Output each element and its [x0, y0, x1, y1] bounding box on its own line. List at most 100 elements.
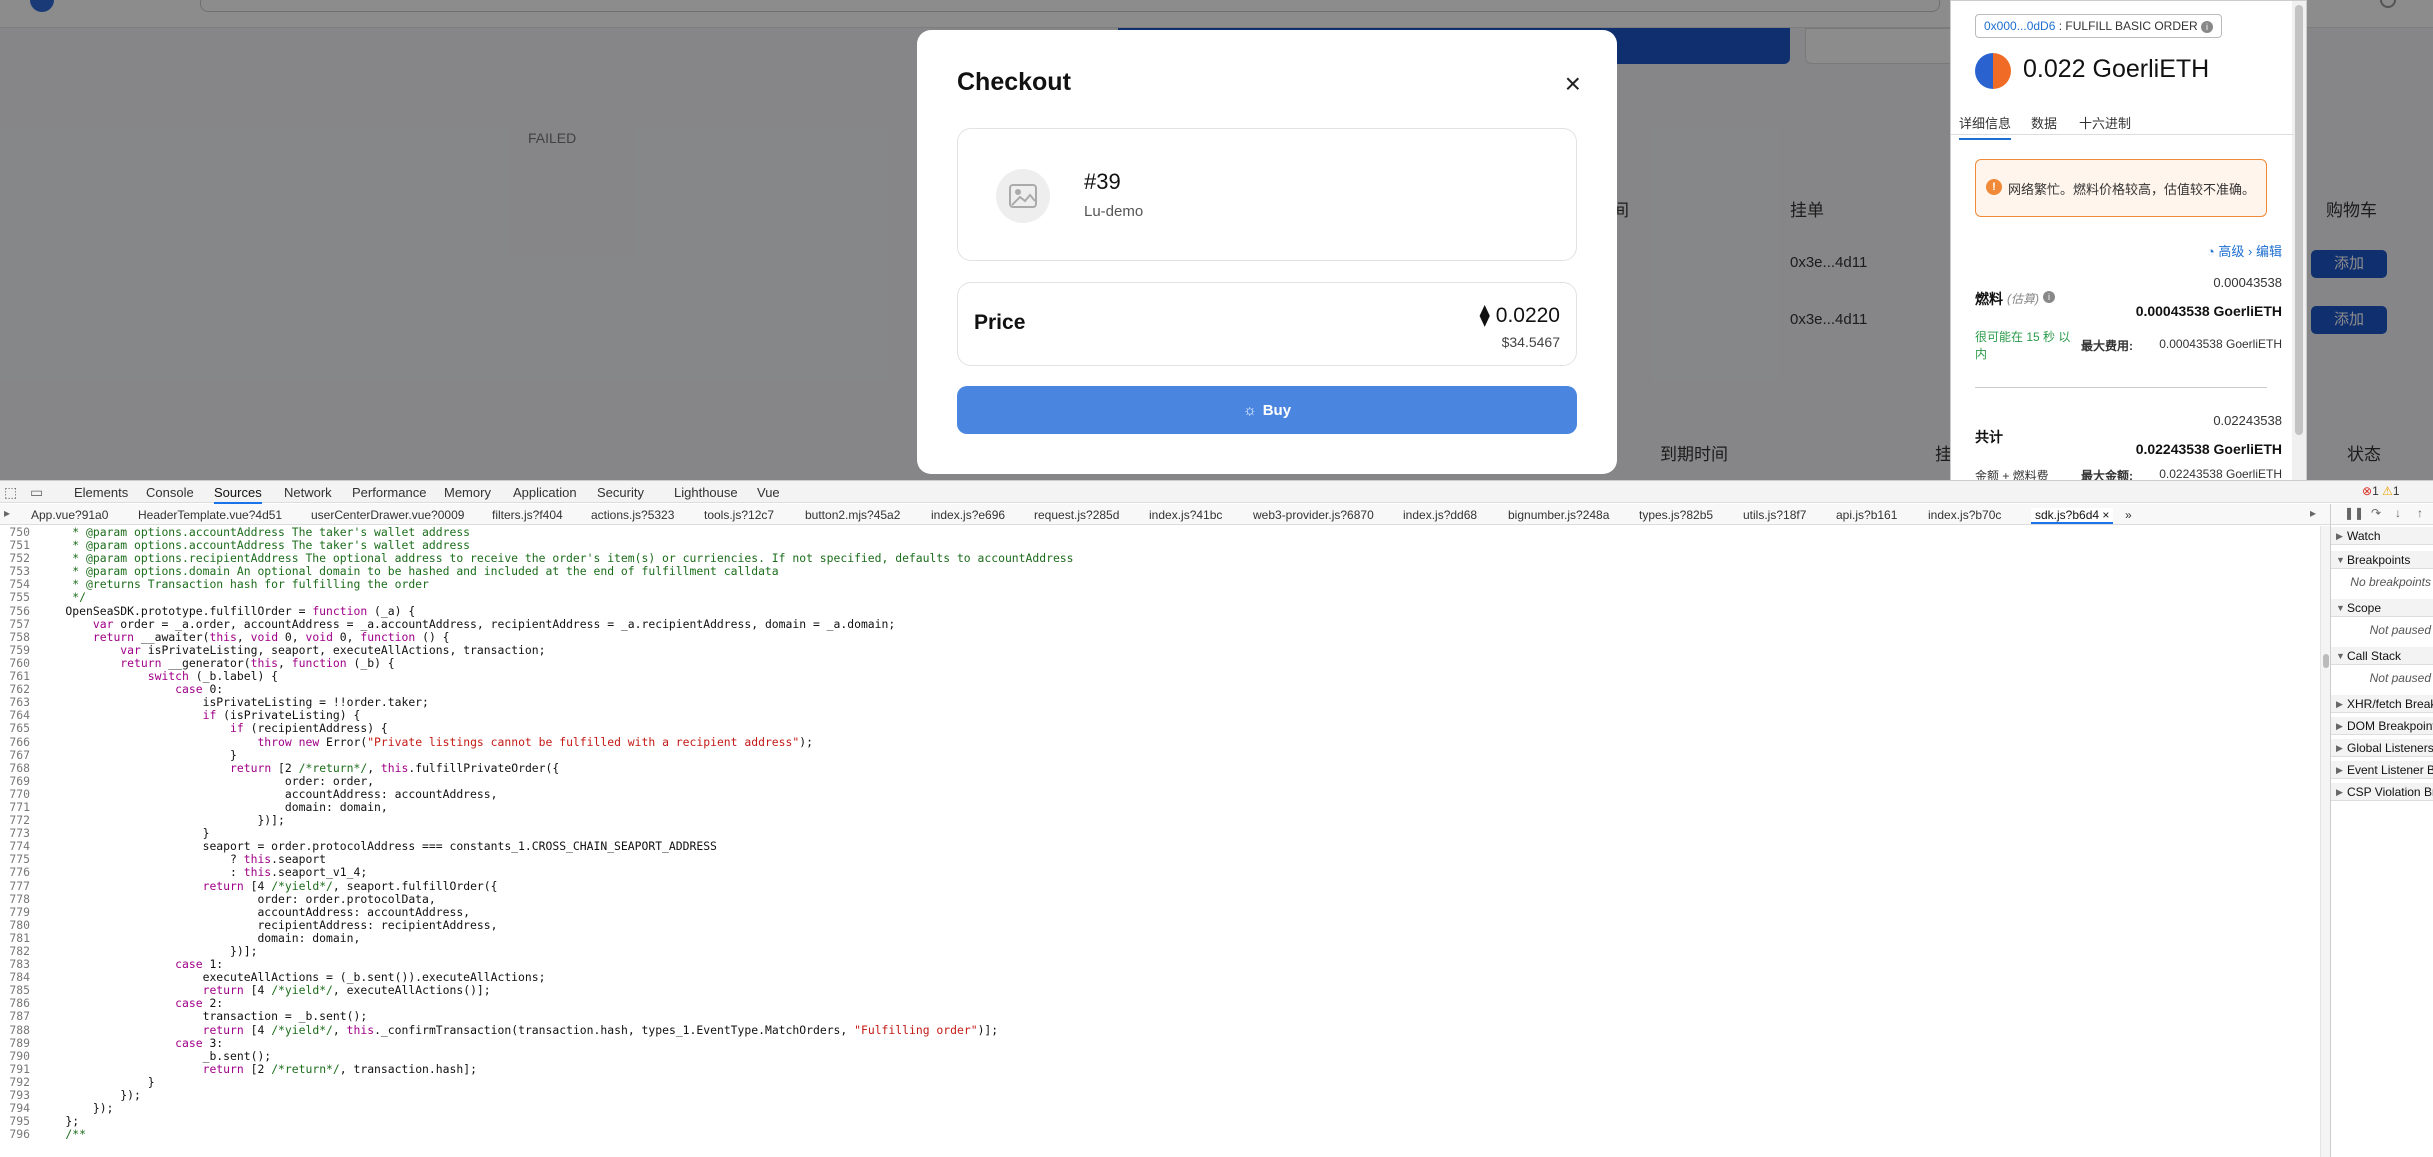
device-toggle-icon[interactable]: ▭ — [30, 484, 43, 501]
code-line[interactable]: 788 return [4 /*yield*/, this._confirmTr… — [0, 1023, 2320, 1037]
pane-scope[interactable]: Scope — [2331, 599, 2433, 617]
pane-global-listeners[interactable]: Global Listeners — [2331, 739, 2433, 757]
line-number[interactable]: 787 — [0, 1010, 34, 1023]
line-number[interactable]: 791 — [0, 1062, 34, 1076]
pause-icon[interactable]: ❚❚ — [2344, 506, 2364, 520]
contract-chip[interactable]: 0x000...0dD6 : FULFILL BASIC ORDER i — [1975, 14, 2222, 38]
code-line[interactable]: 756 OpenSeaSDK.prototype.fulfillOrder = … — [0, 604, 2320, 618]
file-tab[interactable]: App.vue?91a0 — [31, 508, 108, 522]
file-tab[interactable]: userCenterDrawer.vue?0009 — [311, 508, 464, 522]
code-line[interactable]: 769 order: order, — [0, 774, 2320, 788]
code-line[interactable]: 754 * @returns Transaction hash for fulf… — [0, 578, 2320, 591]
inspect-icon[interactable]: ⬚ — [4, 484, 17, 501]
contract-address[interactable]: 0x000...0dD6 — [1984, 19, 2055, 33]
file-tab[interactable]: tools.js?12c7 — [704, 508, 774, 522]
line-number[interactable]: 778 — [0, 892, 34, 906]
code-line[interactable]: 780 recipientAddress: recipientAddress, — [0, 918, 2320, 932]
code-line[interactable]: 795 }; — [0, 1115, 2320, 1128]
advanced-edit-link[interactable]: ◔ 高级 › 编辑 — [2207, 241, 2282, 260]
tab-memory[interactable]: Memory — [444, 485, 491, 500]
code-line[interactable]: 757 var order = _a.order, accountAddress… — [0, 617, 2320, 631]
tab-data[interactable]: 数据 — [2031, 113, 2057, 132]
pane-breakpoints[interactable]: Breakpoints — [2331, 551, 2433, 569]
file-tab[interactable]: utils.js?18f7 — [1743, 508, 1806, 522]
line-number[interactable]: 790 — [0, 1049, 34, 1063]
file-tab[interactable]: bignumber.js?248a — [1508, 508, 1609, 522]
pane-xhr-breakpoints[interactable]: XHR/fetch Breakpoints — [2331, 695, 2433, 713]
code-line[interactable]: 761 switch (_b.label) { — [0, 669, 2320, 683]
code-line[interactable]: 789 case 3: — [0, 1036, 2320, 1050]
line-number[interactable]: 757 — [0, 617, 34, 631]
file-tab[interactable]: index.js?e696 — [931, 508, 1005, 522]
step-over-icon[interactable]: ↷ — [2371, 506, 2381, 520]
source-code-editor[interactable]: 750 * @param options.accountAddress The … — [0, 526, 2320, 1157]
pane-event-listener-breakpoints[interactable]: Event Listener Breakpoints — [2331, 761, 2433, 779]
file-tab[interactable]: request.js?285d — [1034, 508, 1119, 522]
more-tabs-icon[interactable]: » — [2125, 508, 2132, 522]
pane-watch[interactable]: Watch — [2331, 527, 2433, 545]
tab-console[interactable]: Console — [146, 485, 194, 500]
code-line[interactable]: 766 throw new Error("Private listings ca… — [0, 735, 2320, 749]
line-number[interactable]: 768 — [0, 761, 34, 775]
line-number[interactable]: 767 — [0, 748, 34, 762]
line-number[interactable]: 788 — [0, 1023, 34, 1037]
tab-hex[interactable]: 十六进制 — [2079, 113, 2131, 132]
file-tab[interactable]: api.js?b161 — [1836, 508, 1897, 522]
line-number[interactable]: 789 — [0, 1036, 34, 1050]
close-icon[interactable]: × — [2102, 508, 2109, 522]
tab-performance[interactable]: Performance — [352, 485, 426, 500]
code-line[interactable]: 782 })]; — [0, 944, 2320, 958]
file-tab[interactable]: index.js?b70c — [1928, 508, 2001, 522]
info-icon[interactable]: i — [2043, 291, 2055, 303]
code-line[interactable]: 759 var isPrivateListing, seaport, execu… — [0, 643, 2320, 657]
editor-scrollbar[interactable] — [2320, 526, 2330, 1157]
line-number[interactable]: 766 — [0, 735, 34, 749]
step-out-icon[interactable]: ↑ — [2417, 506, 2423, 520]
metamask-scrollbar[interactable] — [2292, 1, 2306, 507]
tab-lighthouse[interactable]: Lighthouse — [674, 485, 738, 500]
debugger-toggle-icon[interactable]: ▸ — [2310, 506, 2316, 520]
code-line[interactable]: 791 return [2 /*return*/, transaction.ha… — [0, 1062, 2320, 1076]
line-number[interactable]: 779 — [0, 905, 34, 919]
file-tab[interactable]: index.js?41bc — [1149, 508, 1222, 522]
info-icon[interactable]: i — [2201, 20, 2213, 33]
line-number[interactable]: 765 — [0, 722, 34, 735]
code-line[interactable]: 776 : this.seaport_v1_4; — [0, 866, 2320, 879]
file-tab[interactable]: filters.js?f404 — [492, 508, 563, 522]
code-line[interactable]: 768 return [2 /*return*/, this.fulfillPr… — [0, 761, 2320, 775]
code-line[interactable]: 781 domain: domain, — [0, 931, 2320, 945]
line-number[interactable]: 796 — [0, 1128, 34, 1141]
code-line[interactable]: 765 if (recipientAddress) { — [0, 722, 2320, 735]
line-number[interactable]: 769 — [0, 774, 34, 788]
code-line[interactable]: 778 order: order.protocolData, — [0, 892, 2320, 906]
code-line[interactable]: 772 })]; — [0, 813, 2320, 827]
code-line[interactable]: 774 seaport = order.protocolAddress === … — [0, 840, 2320, 853]
step-into-icon[interactable]: ↓ — [2395, 506, 2401, 520]
close-icon[interactable]: × — [1565, 70, 1581, 98]
navigator-toggle-icon[interactable]: ▸ — [4, 506, 10, 520]
code-line[interactable]: 792 } — [0, 1075, 2320, 1089]
tab-application[interactable]: Application — [513, 485, 577, 500]
line-number[interactable]: 770 — [0, 787, 34, 801]
code-line[interactable]: 794 }); — [0, 1102, 2320, 1115]
tab-sources[interactable]: Sources — [214, 485, 262, 504]
code-line[interactable]: 790 _b.sent(); — [0, 1049, 2320, 1063]
file-tab[interactable]: button2.mjs?45a2 — [805, 508, 900, 522]
line-number[interactable]: 780 — [0, 918, 34, 932]
line-number[interactable]: 758 — [0, 630, 34, 644]
line-number[interactable]: 755 — [0, 591, 34, 604]
issue-counter[interactable]: ⊗1 ⚠1 — [2362, 484, 2400, 498]
code-line[interactable]: 793 }); — [0, 1088, 2320, 1102]
file-tab[interactable]: types.js?82b5 — [1639, 508, 1713, 522]
code-line[interactable]: 777 return [4 /*yield*/, seaport.fulfill… — [0, 879, 2320, 893]
file-tab[interactable]: HeaderTemplate.vue?4d51 — [138, 508, 282, 522]
line-number[interactable]: 756 — [0, 604, 34, 618]
buy-button[interactable]: ☼ Buy — [957, 386, 1577, 434]
line-number[interactable]: 759 — [0, 643, 34, 657]
tab-security[interactable]: Security — [597, 485, 644, 500]
file-tab[interactable]: web3-provider.js?6870 — [1253, 508, 1374, 522]
code-line[interactable]: 785 return [4 /*yield*/, executeAllActio… — [0, 984, 2320, 997]
pane-dom-breakpoints[interactable]: DOM Breakpoints — [2331, 717, 2433, 735]
code-line[interactable]: 770 accountAddress: accountAddress, — [0, 787, 2320, 801]
tab-elements[interactable]: Elements — [74, 485, 128, 500]
